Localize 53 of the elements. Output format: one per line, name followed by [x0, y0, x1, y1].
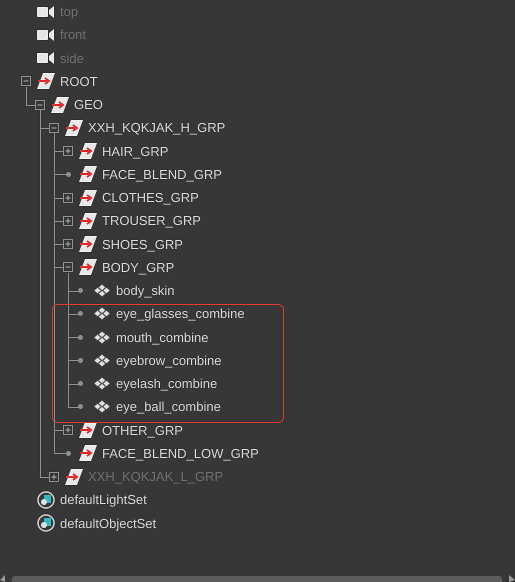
camera-icon: [37, 6, 55, 18]
group-transform-icon: [79, 445, 97, 462]
collapse-icon[interactable]: [63, 262, 73, 272]
group-transform-icon: [65, 468, 83, 485]
outliner-item-label[interactable]: mouth_combine: [116, 330, 208, 344]
group-transform-icon: [65, 120, 83, 136]
expand-icon[interactable]: [63, 425, 73, 436]
outliner-item-label[interactable]: HAIR_GRP: [102, 144, 168, 158]
group-transform-icon: [79, 166, 97, 182]
camera-icon: [37, 28, 55, 41]
mesh-icon: [94, 377, 110, 390]
set-icon: [37, 490, 55, 509]
mesh-icon: [94, 354, 110, 367]
set-icon: [37, 514, 55, 532]
collapse-icon[interactable]: [35, 100, 45, 110]
outliner-item-label[interactable]: CLOTHES_GRP: [102, 191, 199, 204]
group-transform-icon: [79, 212, 97, 229]
collapse-icon[interactable]: [21, 76, 31, 86]
outliner-item-label[interactable]: TROUSER_GRP: [102, 214, 201, 228]
outliner-item-label[interactable]: OTHER_GRP: [102, 424, 183, 437]
group-transform-icon: [79, 190, 97, 206]
group-transform-icon: [79, 259, 97, 276]
outliner-item-label[interactable]: defaultLightSet: [60, 493, 147, 506]
mesh-icon: [94, 284, 110, 298]
group-transform-icon: [79, 143, 97, 160]
collapse-icon[interactable]: [49, 122, 59, 133]
expand-icon[interactable]: [63, 146, 73, 156]
outliner-item-label[interactable]: GEO: [74, 98, 103, 112]
outliner-item-label[interactable]: eyebrow_combine: [116, 354, 222, 367]
outliner-item-label[interactable]: SHOES_GRP: [102, 238, 183, 251]
outliner-item-label[interactable]: BODY_GRP: [102, 260, 174, 274]
group-transform-icon: [37, 73, 55, 90]
outliner-item-label[interactable]: eye_ball_combine: [116, 400, 221, 414]
camera-icon: [37, 52, 55, 64]
group-transform-icon: [51, 96, 69, 113]
expand-icon[interactable]: [63, 192, 73, 203]
expand-icon[interactable]: [63, 216, 73, 226]
expand-icon[interactable]: [63, 239, 73, 250]
outliner-item-label[interactable]: eye_glasses_combine: [116, 307, 245, 320]
expand-icon[interactable]: [49, 472, 59, 482]
group-transform-icon: [79, 236, 97, 252]
mesh-icon: [94, 330, 110, 344]
mesh-icon: [94, 400, 110, 414]
outliner-item-label[interactable]: XXH_KQKJAK_H_GRP: [88, 121, 226, 134]
outliner-item-label[interactable]: ROOT: [60, 74, 98, 88]
outliner-item-label[interactable]: defaultObjectSet: [60, 516, 156, 530]
horizontal-scrollbar[interactable]: [0, 574, 515, 582]
group-transform-icon: [79, 422, 97, 438]
outliner-item-label[interactable]: FACE_BLEND_GRP: [102, 168, 222, 181]
outliner-item-label[interactable]: eyelash_combine: [116, 377, 218, 390]
mesh-icon: [94, 307, 110, 320]
outliner-item-label[interactable]: FACE_BLEND_LOW_GRP: [102, 446, 259, 460]
outliner-item-label[interactable]: body_skin: [116, 284, 175, 298]
